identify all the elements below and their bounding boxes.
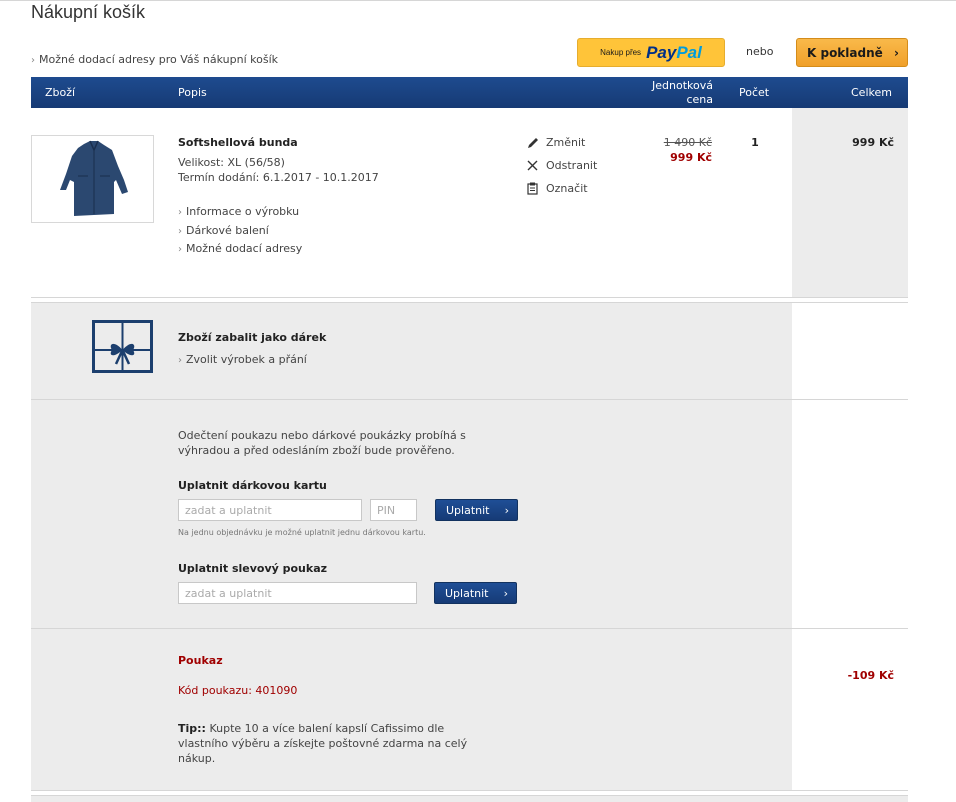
discount-voucher-title: Uplatnit slevový poukaz <box>178 562 328 575</box>
product-delivery-term: Termín dodání: 6.1.2017 - 10.1.2017 <box>178 171 379 184</box>
paypal-checkout-button[interactable]: Nakup přes PayPal <box>577 38 725 67</box>
pencil-icon <box>526 136 539 149</box>
page-title: Nákupní košík <box>31 2 146 22</box>
cart-table-header: Zboží Popis Jednotková cena Počet Celkem <box>31 77 908 108</box>
remove-item-button[interactable]: Odstranit <box>526 159 597 172</box>
sale-price: 999 Kč <box>670 151 712 164</box>
chevron-right-icon: › <box>504 503 509 517</box>
product-name[interactable]: Softshellová bunda <box>178 136 298 149</box>
product-image[interactable] <box>31 135 154 223</box>
chevron-right-icon: › <box>178 355 182 366</box>
product-size: Velikost: XL (56/58) <box>178 156 285 169</box>
apply-voucher-button[interactable]: Uplatnit › <box>434 582 517 604</box>
column-description: Popis <box>178 86 207 99</box>
chevron-right-icon: › <box>178 244 182 255</box>
pin-input[interactable] <box>370 499 417 521</box>
apply-gift-card-button[interactable]: Uplatnit › <box>435 499 518 521</box>
next-row-bg <box>31 795 792 802</box>
coupon-discount-amount: -109 Kč <box>847 669 894 682</box>
paypal-button-caption: Nakup přes <box>600 48 642 57</box>
original-price: 1 490 Kč <box>663 136 712 149</box>
mark-item-button[interactable]: Označit <box>526 182 588 195</box>
or-label: nebo <box>746 45 774 58</box>
row-divider <box>31 790 908 791</box>
top-divider <box>0 0 956 1</box>
shipping-tip: Tip:: Kupte 10 a více balení kapslí Cafi… <box>178 722 468 765</box>
paypal-logo: PayPal <box>646 42 702 62</box>
choose-gift-link[interactable]: › Zvolit výrobek a přání <box>178 353 307 366</box>
gift-card-input[interactable] <box>178 499 362 521</box>
gift-wrap-link[interactable]: › Dárkové balení <box>178 224 269 237</box>
clipboard-icon <box>526 182 539 195</box>
voucher-note: Odečtení poukazu nebo dárkové poukázky p… <box>178 429 466 457</box>
chevron-right-icon: › <box>178 207 182 218</box>
line-total: 999 Kč <box>852 136 894 149</box>
item-quantity: 1 <box>751 136 759 149</box>
gift-box-icon <box>92 320 153 373</box>
column-unit-price: Jednotková cena <box>652 79 713 106</box>
jacket-image <box>60 140 128 216</box>
checkout-label: K pokladně <box>807 45 883 60</box>
chevron-right-icon: › <box>31 55 35 66</box>
close-icon <box>526 159 539 172</box>
coupon-code: Kód poukazu: 401090 <box>178 684 298 697</box>
coupon-title: Poukaz <box>178 654 223 667</box>
gift-wrap-title: Zboží zabalit jako dárek <box>178 331 327 344</box>
column-total: Celkem <box>851 86 892 99</box>
row-divider <box>31 302 908 303</box>
chevron-right-icon: › <box>894 45 899 60</box>
checkout-button[interactable]: K pokladně › <box>796 38 908 67</box>
column-item: Zboží <box>45 86 76 99</box>
row-divider <box>31 297 908 298</box>
column-quantity: Počet <box>739 86 770 99</box>
row-divider <box>31 795 908 796</box>
delivery-addresses-link[interactable]: › Možné dodací adresy pro Váš nákupní koš… <box>31 53 278 66</box>
total-column-bg <box>792 795 908 802</box>
gift-card-title: Uplatnit dárkovou kartu <box>178 479 327 492</box>
product-info-link[interactable]: › Informace o výrobku <box>178 205 299 218</box>
discount-voucher-input[interactable] <box>178 582 417 604</box>
product-addresses-link[interactable]: › Možné dodací adresy <box>178 242 302 255</box>
change-item-button[interactable]: Změnit <box>526 136 585 149</box>
chevron-right-icon: › <box>178 226 182 237</box>
gift-card-note: Na jednu objednávku je možné uplatnit je… <box>178 528 426 537</box>
chevron-right-icon: › <box>503 586 508 600</box>
